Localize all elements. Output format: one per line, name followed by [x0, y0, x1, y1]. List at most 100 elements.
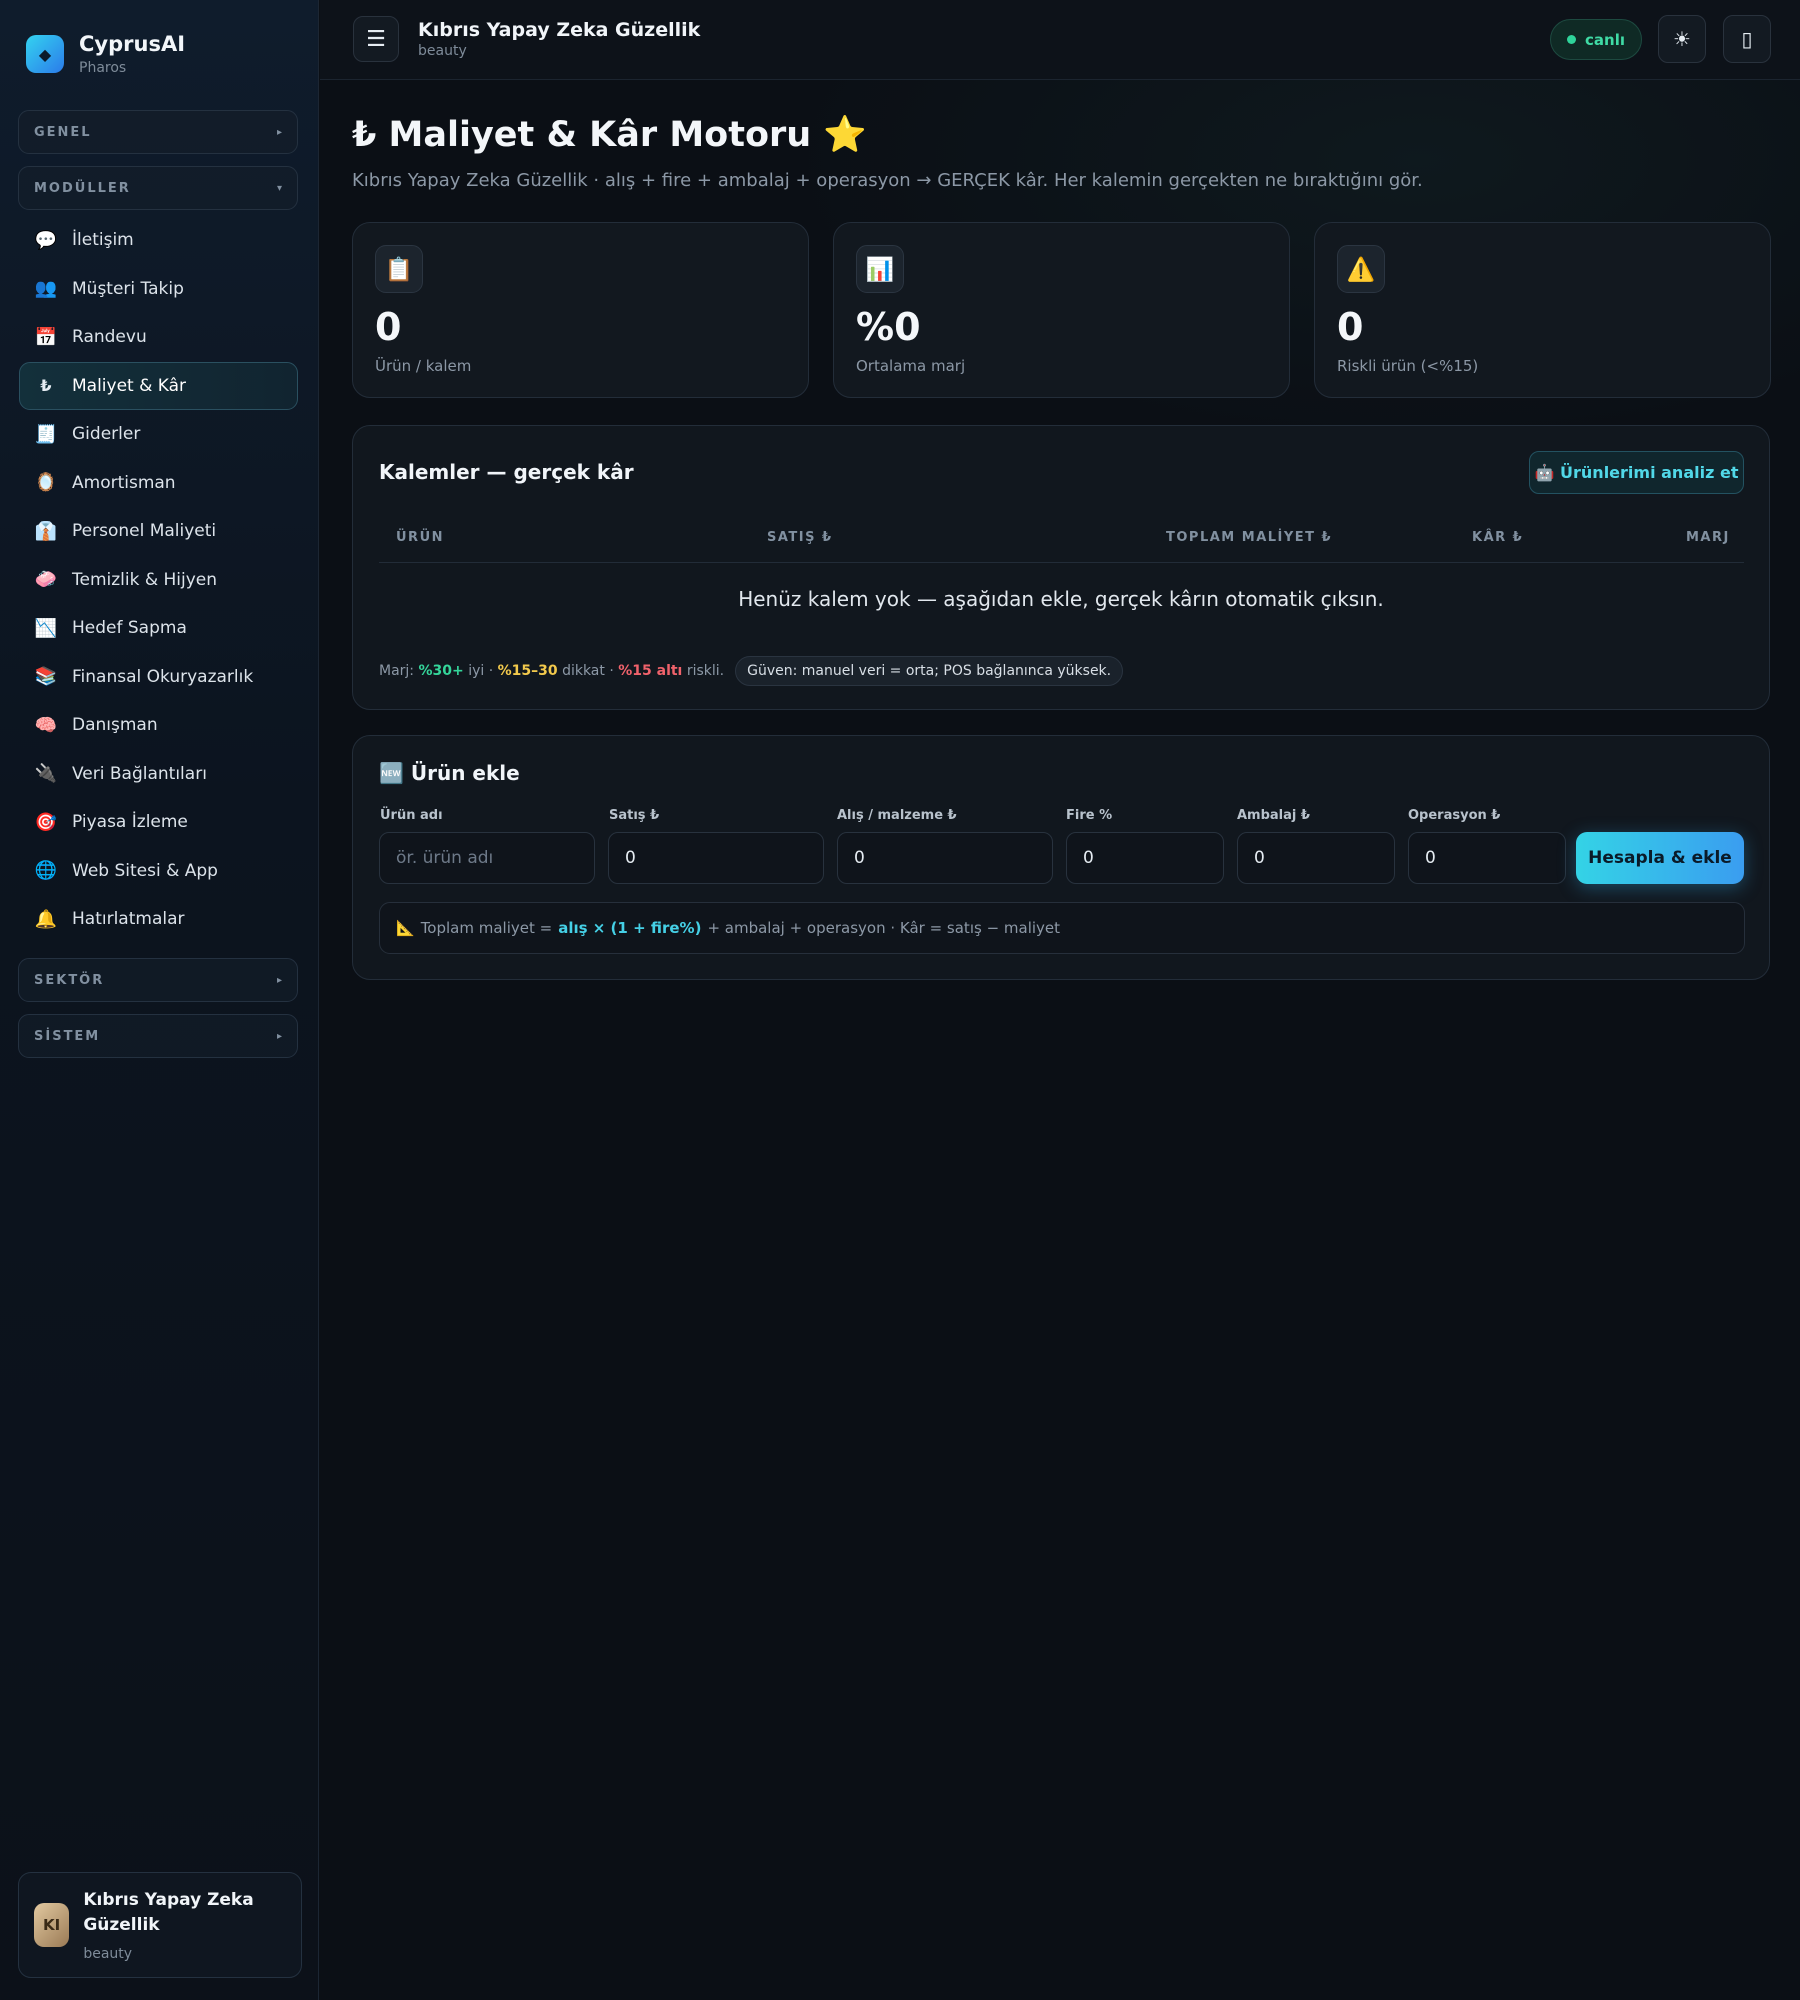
- user-card[interactable]: KI Kıbrıs Yapay Zeka Güzellik beauty: [18, 1872, 302, 1978]
- receipt-icon: 🧾: [34, 423, 58, 445]
- add-product-card: 🆕 Ürün ekle Ürün adı Satış ₺ Alış / malz…: [352, 735, 1770, 980]
- stat-card-items: 📋 0 Ürün / kalem: [352, 222, 809, 398]
- panel-toggle-icon[interactable]: ▯: [1723, 15, 1771, 63]
- sidebar-item-personel-maliyeti[interactable]: 👔 Personel Maliyeti: [19, 507, 298, 555]
- legend-warn-text: dikkat ·: [562, 663, 614, 679]
- sidebar-item-finansal-okuryazarlik[interactable]: 📚 Finansal Okuryazarlık: [19, 653, 298, 701]
- sidebar-item-hedef-sapma[interactable]: 📉 Hedef Sapma: [19, 604, 298, 652]
- sidebar-item-veri-baglantilari[interactable]: 🔌 Veri Bağlantıları: [19, 750, 298, 798]
- chevron-down-icon: ▾: [276, 182, 282, 194]
- group-label: MODÜLLER: [34, 180, 131, 196]
- sidebar-item-temizlik-hijyen[interactable]: 🧼 Temizlik & Hijyen: [19, 556, 298, 604]
- formula-suffix: + ambalaj + operasyon · Kâr = satış − ma…: [707, 919, 1061, 937]
- sidebar-item-amortisman[interactable]: 🪞 Amortisman: [19, 459, 298, 507]
- legend-good-text: iyi ·: [468, 663, 494, 679]
- field-label-packaging: Ambalaj ₺: [1237, 808, 1310, 823]
- stat-card-risky: ⚠️ 0 Riskli ürün (<%15): [1314, 222, 1771, 398]
- ruler-icon: 📐: [396, 919, 415, 937]
- sidebar-item-label: Müşteri Takip: [72, 278, 184, 299]
- page-description: Kıbrıs Yapay Zeka Güzellik · alış + fire…: [352, 170, 1423, 191]
- sidebar-item-giderler[interactable]: 🧾 Giderler: [19, 410, 298, 458]
- column-header-sale[interactable]: SATIŞ ₺: [767, 530, 833, 545]
- column-header-profit[interactable]: KÂR ₺: [1472, 530, 1523, 545]
- empty-state-message: Henüz kalem yok — aşağıdan ekle, gerçek …: [738, 587, 1384, 611]
- sidebar-item-iletisim[interactable]: 💬 İletişim: [19, 216, 298, 264]
- brain-icon: 🧠: [34, 714, 58, 736]
- sidebar-item-hatirlatmalar[interactable]: 🔔 Hatırlatmalar: [19, 895, 298, 943]
- column-header-margin[interactable]: MARJ: [1686, 530, 1730, 545]
- business-title: Kıbrıs Yapay Zeka Güzellik: [418, 19, 701, 41]
- globe-icon: 🌐: [34, 860, 58, 881]
- column-header-product[interactable]: ÜRÜN: [396, 530, 444, 545]
- sidebar-item-label: Danışman: [72, 715, 158, 735]
- chevron-right-icon: ▸: [276, 974, 282, 986]
- sidebar-item-label: Veri Bağlantıları: [72, 763, 207, 784]
- sidebar-item-randevu[interactable]: 📅 Randevu: [19, 313, 298, 361]
- sidebar-nav: 💬 İletişim 👥 Müşteri Takip 📅 Randevu ₺ Maliy…: [19, 216, 298, 944]
- sidebar-item-label: Amortisman: [72, 472, 176, 493]
- legend-prefix: Marj:: [379, 663, 415, 679]
- sidebar-item-label: Piyasa İzleme: [72, 812, 188, 832]
- stat-label: Riskli ürün (<%15): [1337, 357, 1479, 375]
- trust-badge: Güven: manuel veri = orta; POS bağlanınc…: [735, 656, 1124, 686]
- group-sistem[interactable]: SİSTEM ▸: [18, 1014, 298, 1058]
- formula-highlight: alış × (1 + fire%): [558, 919, 702, 937]
- sidebar-item-label: Giderler: [72, 424, 141, 444]
- field-label-operation: Operasyon ₺: [1408, 808, 1501, 823]
- sidebar-item-label: Temizlik & Hijyen: [72, 569, 218, 590]
- bar-chart-icon: 📊: [856, 245, 904, 293]
- cost-formula: 📐 Toplam maliyet = alış × (1 + fire%) + …: [379, 902, 1745, 954]
- sidebar-item-web-sitesi-app[interactable]: 🌐 Web Sitesi & App: [19, 847, 298, 895]
- sidebar-item-label: Hatırlatmalar: [72, 909, 185, 929]
- lira-icon: ₺: [40, 376, 52, 395]
- waste-percent-input[interactable]: [1066, 832, 1224, 884]
- group-sektor[interactable]: SEKTÖR ▸: [18, 958, 298, 1002]
- calculate-add-button[interactable]: Hesapla & ekle: [1576, 832, 1744, 884]
- stat-value: 0: [375, 305, 402, 349]
- theme-toggle-sun-icon[interactable]: ☀: [1658, 15, 1706, 63]
- people-icon: 👥: [34, 278, 58, 299]
- soap-icon: 🧼: [34, 569, 58, 590]
- sidebar: ◆ CyprusAI Pharos GENEL ▸ MODÜLLER ▾ 💬 İl…: [0, 0, 319, 2000]
- chart-decreasing-icon: 📉: [34, 617, 58, 639]
- sale-price-input[interactable]: [608, 832, 824, 884]
- sidebar-item-musteri-takip[interactable]: 👥 Müşteri Takip: [19, 265, 298, 313]
- sidebar-item-piyasa-izleme[interactable]: 🎯 Piyasa İzleme: [19, 798, 298, 846]
- group-genel[interactable]: GENEL ▸: [18, 110, 298, 154]
- user-sector: beauty: [83, 1946, 133, 1962]
- items-table-card: Kalemler — gerçek kâr 🤖 Ürünlerimi anali…: [352, 425, 1770, 710]
- necktie-icon: 👔: [34, 520, 58, 542]
- group-moduller[interactable]: MODÜLLER ▾: [18, 166, 298, 210]
- clipboard-icon: 📋: [375, 245, 423, 293]
- main-content: ₺ Maliyet & Kâr Motoru ⭐ Kıbrıs Yapay Ze…: [320, 80, 1800, 2000]
- add-product-title: 🆕 Ürün ekle: [379, 761, 520, 785]
- legend-bad: %15 altı: [618, 663, 683, 679]
- analyze-products-button[interactable]: 🤖 Ürünlerimi analiz et: [1529, 451, 1744, 494]
- topbar: ☰ Kıbrıs Yapay Zeka Güzellik beauty canl…: [320, 0, 1800, 80]
- group-label: SEKTÖR: [34, 972, 105, 988]
- page-title: ₺ Maliyet & Kâr Motoru ⭐: [352, 115, 867, 155]
- column-header-total-cost[interactable]: TOPLAM MALİYET ₺: [1166, 530, 1332, 545]
- brand-sub: Pharos: [79, 60, 127, 76]
- stat-value: 0: [1337, 305, 1364, 349]
- sidebar-item-maliyet-kar[interactable]: ₺ Maliyet & Kâr: [19, 361, 298, 410]
- brand-name: CyprusAI: [79, 32, 186, 56]
- business-sector: beauty: [418, 43, 467, 59]
- sidebar-item-label: Maliyet & Kâr: [72, 375, 187, 396]
- product-name-input[interactable]: [379, 832, 595, 884]
- operation-cost-input[interactable]: [1408, 832, 1566, 884]
- purchase-cost-input[interactable]: [837, 832, 1053, 884]
- sidebar-item-label: Personel Maliyeti: [72, 521, 217, 541]
- warning-icon: ⚠️: [1337, 245, 1385, 293]
- packaging-cost-input[interactable]: [1237, 832, 1395, 884]
- brand[interactable]: ◆ CyprusAI Pharos: [26, 32, 185, 76]
- items-table-title: Kalemler — gerçek kâr: [379, 460, 634, 484]
- field-label-sale: Satış ₺: [609, 808, 660, 823]
- mirror-icon: 🪞: [34, 472, 58, 493]
- menu-icon[interactable]: ☰: [353, 16, 399, 62]
- stat-value: %0: [856, 305, 921, 349]
- sidebar-item-danisman[interactable]: 🧠 Danışman: [19, 701, 298, 749]
- live-dot-icon: [1567, 35, 1576, 44]
- chevron-right-icon: ▸: [276, 1030, 282, 1042]
- sidebar-item-label: İletişim: [72, 230, 134, 250]
